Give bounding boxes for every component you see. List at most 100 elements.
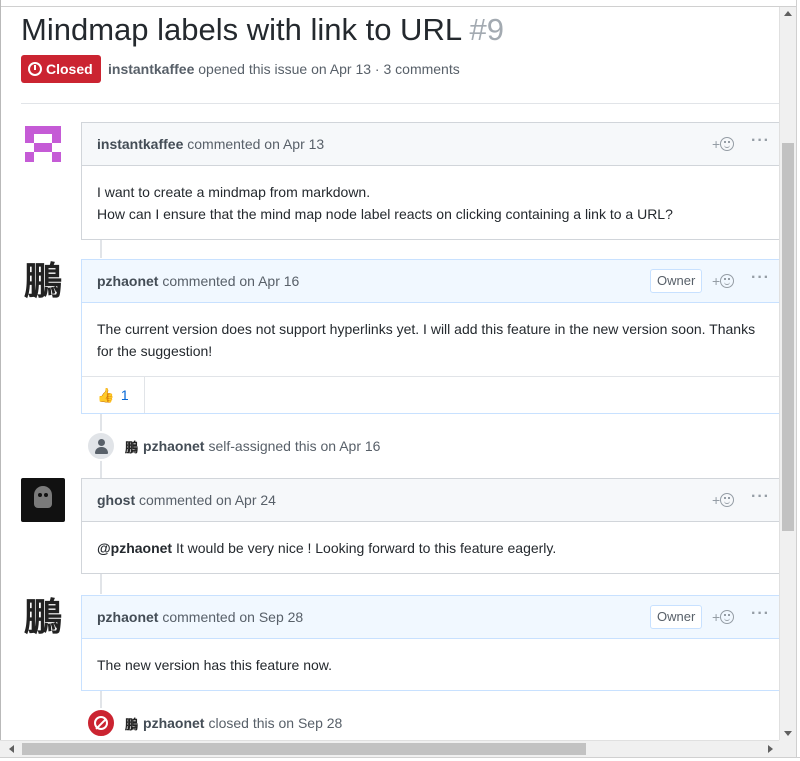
event-avatar[interactable]: 鵬 bbox=[125, 714, 138, 733]
thumbs-up-reaction[interactable]: 👍 1 bbox=[82, 377, 145, 413]
horizontal-scroll-thumb[interactable] bbox=[22, 743, 586, 755]
add-reaction-button[interactable]: + bbox=[712, 273, 735, 289]
add-reaction-button[interactable]: + bbox=[712, 492, 735, 508]
close-event: 鵬 pzhaonet closed this on Sep 28 bbox=[86, 707, 342, 739]
circle-slash-glyph bbox=[94, 716, 108, 730]
more-options-button[interactable]: ··· bbox=[751, 488, 770, 506]
plus-sign: + bbox=[712, 273, 721, 289]
comment-byline: pzhaonet commented on Sep 28 bbox=[97, 609, 303, 625]
scroll-up-arrow-icon[interactable] bbox=[784, 11, 792, 16]
comment-line: for the suggestion! bbox=[97, 343, 213, 359]
smiley-icon bbox=[720, 610, 735, 624]
event-actor[interactable]: pzhaonet bbox=[143, 715, 204, 731]
avatar-ghost[interactable] bbox=[21, 478, 65, 522]
comment-4: pzhaonet commented on Sep 28 Owner + ···… bbox=[81, 595, 779, 691]
comment-byline: pzhaonet commented on Apr 16 bbox=[97, 273, 299, 289]
scroll-down-arrow-icon[interactable] bbox=[784, 731, 792, 736]
person-icon-head bbox=[98, 439, 105, 446]
plus-sign: + bbox=[712, 492, 721, 508]
comment-author[interactable]: pzhaonet bbox=[97, 609, 158, 625]
event-avatar[interactable]: 鵬 bbox=[125, 437, 138, 456]
comment-byline: instantkaffee commented on Apr 13 bbox=[97, 136, 324, 152]
comment-2: pzhaonet commented on Apr 16 Owner + ···… bbox=[81, 259, 779, 414]
avatar-pixel bbox=[25, 152, 34, 162]
issue-page: Mindmap labels with link to URL #9 Close… bbox=[0, 8, 779, 740]
reaction-count: 1 bbox=[120, 387, 129, 403]
comment-byline: ghost commented on Apr 24 bbox=[97, 492, 276, 508]
issue-state-badge: Closed bbox=[21, 55, 101, 83]
issue-closed-icon bbox=[28, 62, 42, 76]
ghost-eye bbox=[44, 493, 48, 497]
owner-badge: Owner bbox=[650, 605, 703, 629]
comment-header: pzhaonet commented on Apr 16 Owner + ··· bbox=[82, 260, 779, 303]
avatar-pixel bbox=[52, 134, 61, 143]
issue-title-text: Mindmap labels with link to URL bbox=[21, 12, 461, 47]
issue-number: #9 bbox=[469, 12, 505, 47]
issue-title: Mindmap labels with link to URL #9 bbox=[21, 12, 504, 48]
comment-1: instantkaffee commented on Apr 13 + ··· … bbox=[81, 122, 779, 240]
scroll-right-arrow-icon[interactable] bbox=[768, 745, 773, 753]
comment-timestamp[interactable]: commented on Apr 24 bbox=[139, 492, 276, 508]
smiley-icon bbox=[720, 137, 735, 151]
comment-author[interactable]: instantkaffee bbox=[97, 136, 183, 152]
issue-meta: instantkaffee opened this issue on Apr 1… bbox=[108, 61, 460, 77]
vertical-scroll-thumb[interactable] bbox=[782, 143, 794, 531]
add-reaction-button[interactable]: + bbox=[712, 136, 735, 152]
circle-slash-icon bbox=[86, 708, 116, 738]
comment-author[interactable]: pzhaonet bbox=[97, 273, 158, 289]
scrollbar-corner bbox=[779, 740, 796, 757]
issue-author-link[interactable]: instantkaffee bbox=[108, 61, 194, 77]
more-options-button[interactable]: ··· bbox=[751, 132, 770, 150]
smiley-icon bbox=[720, 493, 735, 507]
comment-author[interactable]: ghost bbox=[97, 492, 135, 508]
issue-state-label: Closed bbox=[46, 61, 93, 77]
timeline-line bbox=[100, 574, 102, 594]
person-icon bbox=[86, 431, 116, 461]
plus-sign: + bbox=[712, 609, 721, 625]
more-options-button[interactable]: ··· bbox=[751, 605, 770, 623]
event-actor[interactable]: pzhaonet bbox=[143, 438, 204, 454]
comment-line: @pzhaonet It would be very nice ! Lookin… bbox=[97, 537, 764, 559]
add-reaction-button[interactable]: + bbox=[712, 609, 735, 625]
vertical-scrollbar[interactable] bbox=[779, 7, 796, 740]
comment-body: I want to create a mindmap from markdown… bbox=[82, 166, 779, 239]
issue-opened-text: opened this issue on Apr 13 · 3 comments bbox=[198, 61, 460, 77]
comment-text: It would be very nice ! Looking forward … bbox=[172, 540, 557, 556]
comment-timestamp[interactable]: commented on Apr 16 bbox=[162, 273, 299, 289]
avatar-pixel bbox=[52, 152, 61, 162]
avatar-instantkaffee[interactable] bbox=[21, 122, 65, 166]
comment-header: pzhaonet commented on Sep 28 Owner + ··· bbox=[82, 596, 779, 639]
comment-header: ghost commented on Apr 24 + ··· bbox=[82, 479, 779, 522]
person-icon-body bbox=[95, 447, 108, 454]
horizontal-scrollbar[interactable] bbox=[0, 740, 779, 757]
avatar-pzhaonet[interactable]: 鵬 bbox=[21, 259, 65, 303]
comment-header: instantkaffee commented on Apr 13 + ··· bbox=[82, 123, 779, 166]
reactions-bar: 👍 1 bbox=[82, 376, 779, 413]
avatar-pixel bbox=[34, 143, 52, 152]
ghost-icon bbox=[34, 486, 52, 508]
user-mention[interactable]: @pzhaonet bbox=[97, 540, 172, 556]
event-text: self-assigned this on Apr 16 bbox=[208, 438, 381, 454]
comment-line: The current version does not support hyp… bbox=[97, 321, 756, 337]
window-right-border bbox=[796, 0, 800, 761]
comment-timestamp[interactable]: commented on Sep 28 bbox=[162, 609, 303, 625]
comment-body: @pzhaonet It would be very nice ! Lookin… bbox=[82, 522, 779, 573]
comment-line: The new version has this feature now. bbox=[97, 657, 333, 673]
avatar-pixel bbox=[25, 134, 34, 143]
assign-event: 鵬 pzhaonet self-assigned this on Apr 16 bbox=[86, 430, 380, 462]
window-bottom-border bbox=[0, 757, 800, 761]
more-options-button[interactable]: ··· bbox=[751, 269, 770, 287]
timeline-line bbox=[100, 238, 102, 258]
owner-badge: Owner bbox=[650, 269, 703, 293]
comment-line: How can I ensure that the mind map node … bbox=[97, 206, 673, 222]
avatar-pixel bbox=[25, 126, 61, 134]
header-divider bbox=[21, 103, 779, 104]
comment-3: ghost commented on Apr 24 + ··· @pzhaone… bbox=[81, 478, 779, 574]
window-top-border bbox=[0, 0, 800, 7]
ghost-eye bbox=[38, 493, 42, 497]
comment-body: The new version has this feature now. bbox=[82, 639, 779, 690]
scroll-left-arrow-icon[interactable] bbox=[9, 745, 14, 753]
avatar-pzhaonet[interactable]: 鵬 bbox=[21, 595, 65, 639]
plus-sign: + bbox=[712, 136, 721, 152]
comment-timestamp[interactable]: commented on Apr 13 bbox=[187, 136, 324, 152]
